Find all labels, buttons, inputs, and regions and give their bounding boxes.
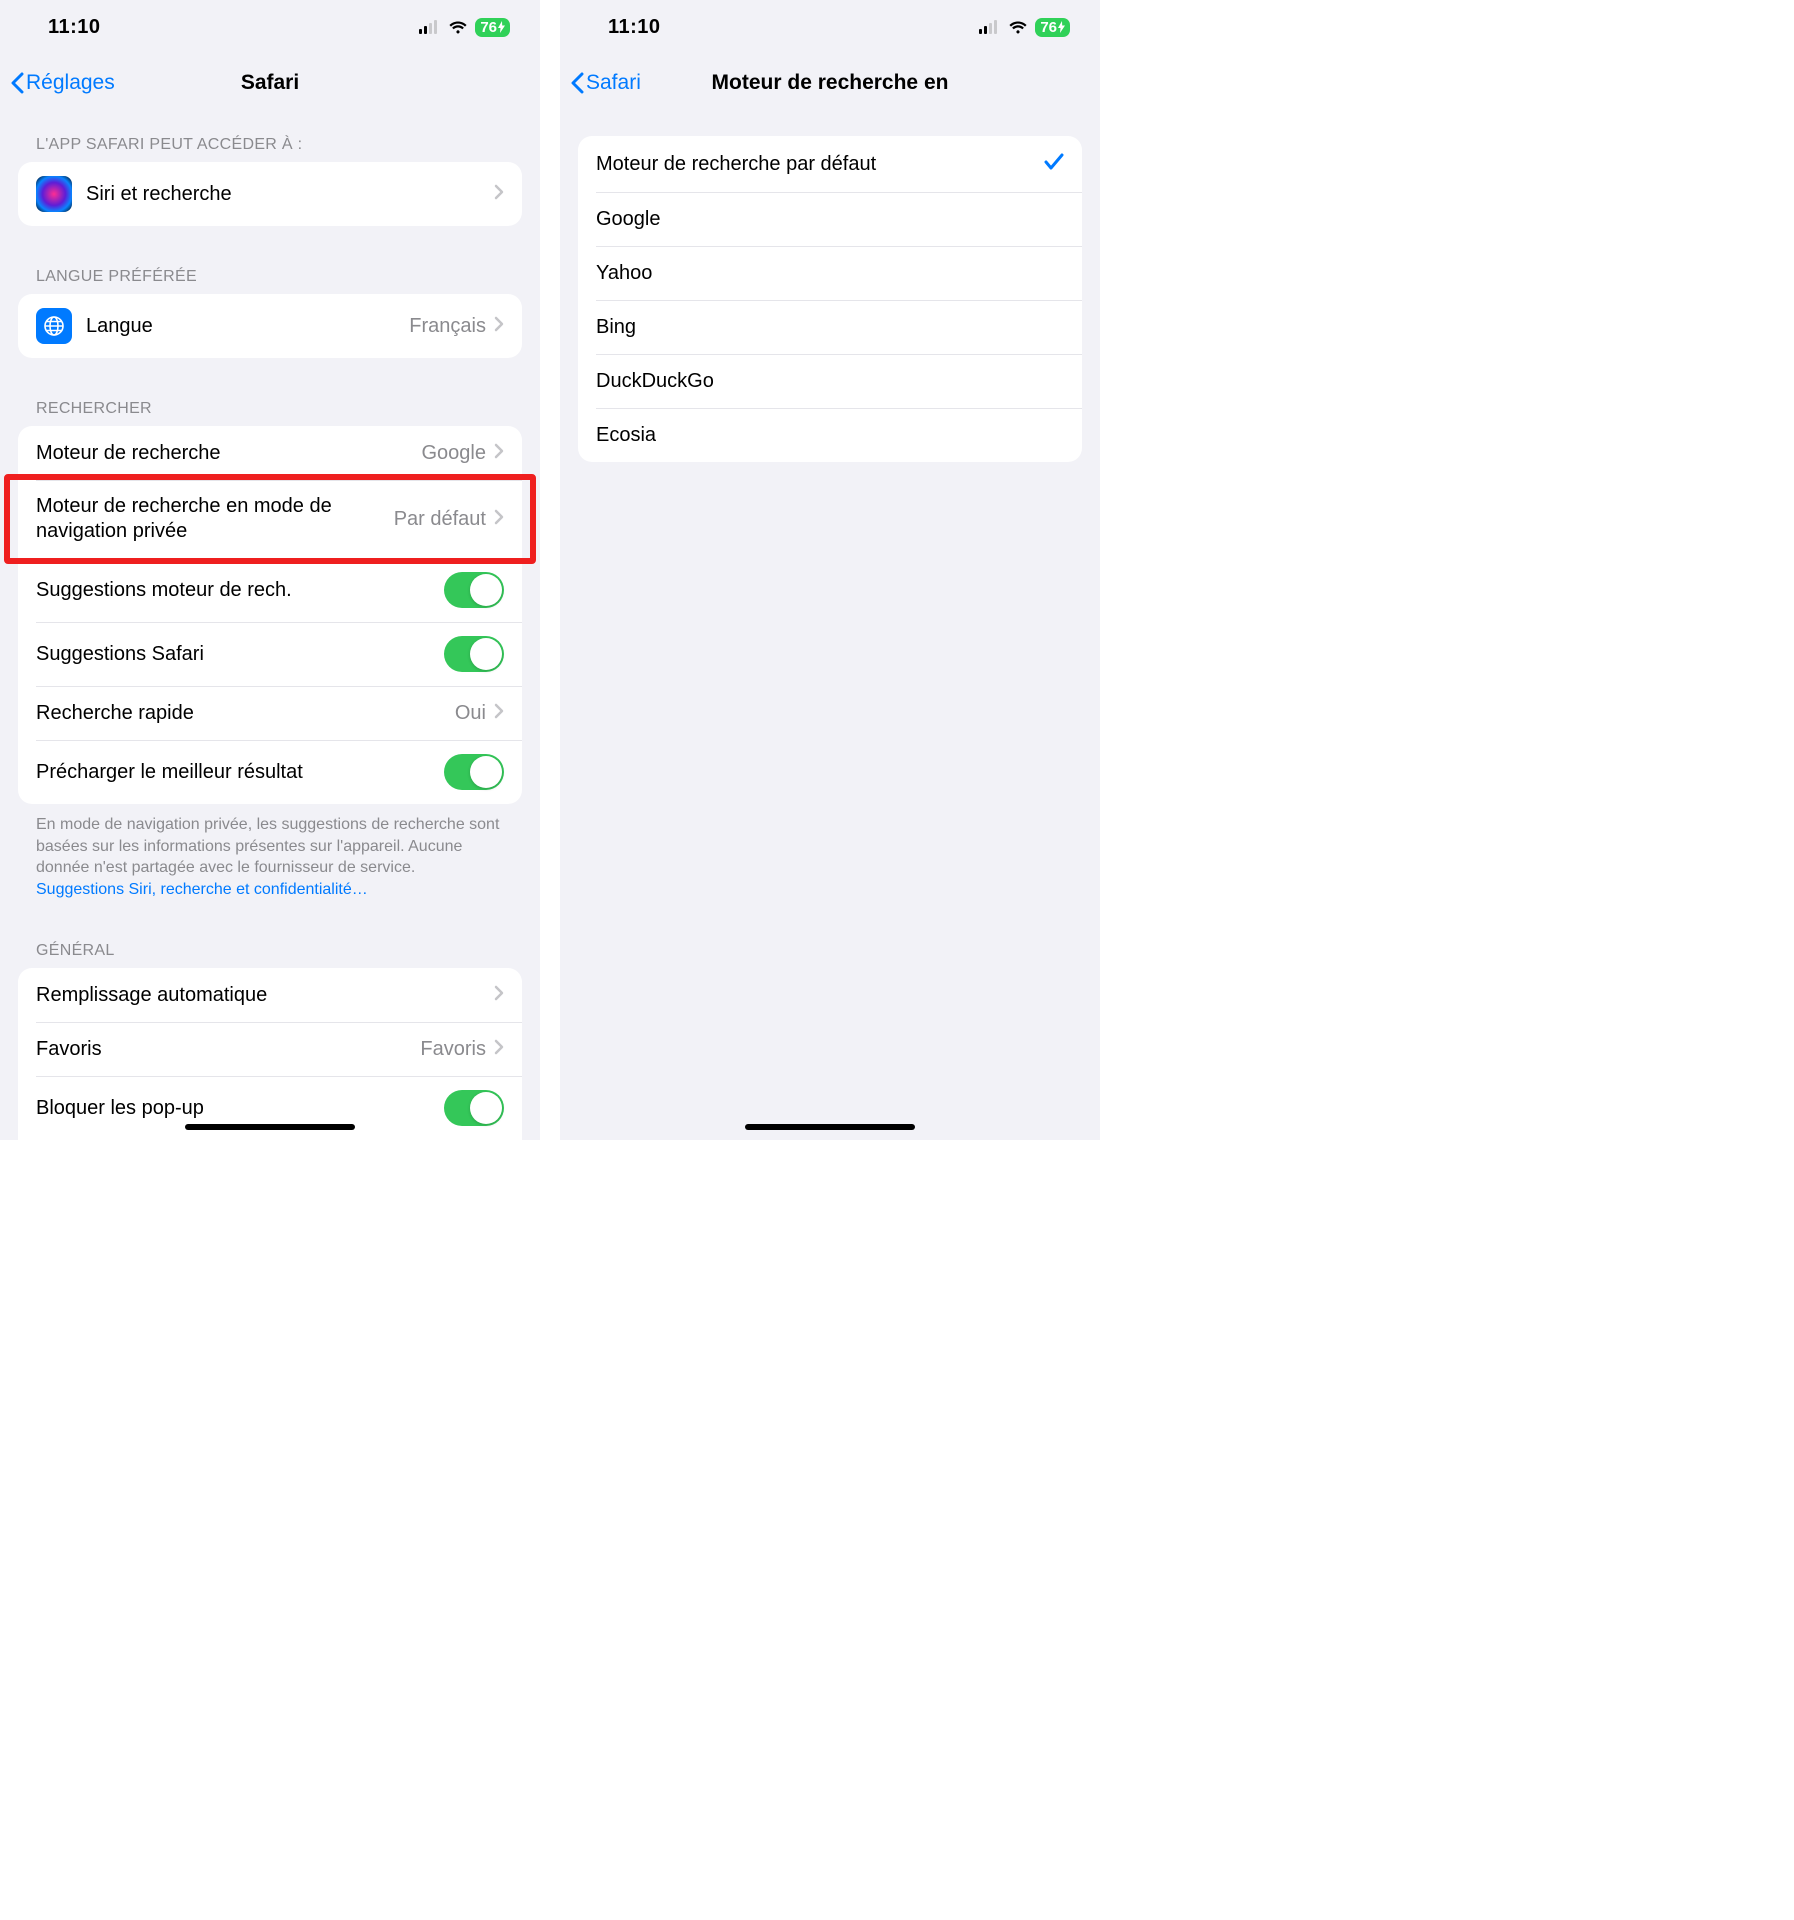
row-label: Siri et recherche: [86, 183, 494, 206]
chevron-right-icon: [494, 1038, 504, 1061]
battery-icon: 76: [475, 18, 510, 37]
row-label: Langue: [86, 315, 409, 338]
battery-level: 76: [480, 19, 497, 36]
battery-level: 76: [1040, 19, 1057, 36]
status-right: 76: [419, 18, 510, 37]
row-label: Recherche rapide: [36, 702, 455, 725]
row-engine-option[interactable]: Ecosia: [578, 408, 1082, 462]
footer-text: En mode de navigation privée, les sugges…: [36, 816, 499, 876]
back-label: Réglages: [26, 71, 115, 95]
row-block-popups[interactable]: Bloquer les pop-up: [18, 1076, 522, 1140]
row-engine-option[interactable]: Google: [578, 192, 1082, 246]
chevron-right-icon: [494, 315, 504, 338]
chevron-left-icon: [570, 72, 584, 94]
row-siri-search[interactable]: Siri et recherche: [18, 162, 522, 226]
back-button[interactable]: Réglages: [0, 71, 115, 95]
row-label: Suggestions moteur de rech.: [36, 579, 444, 602]
row-label: Bloquer les pop-up: [36, 1097, 444, 1120]
privacy-link[interactable]: Suggestions Siri, recherche et confident…: [36, 881, 368, 898]
row-label: Moteur de recherche: [36, 442, 422, 465]
checkmark-icon: [1044, 150, 1064, 178]
cellular-icon: [419, 20, 441, 34]
row-engine-option[interactable]: Bing: [578, 300, 1082, 354]
row-label: Moteur de recherche en mode de navigatio…: [36, 494, 394, 544]
row-label: Suggestions Safari: [36, 643, 444, 666]
status-time: 11:10: [608, 16, 661, 39]
section-search: RECHERCHER Moteur de recherche Google Mo…: [18, 382, 522, 900]
toggle-switch[interactable]: [444, 636, 504, 672]
battery-icon: 76: [1035, 18, 1070, 37]
row-preload-top-hit[interactable]: Précharger le meilleur résultat: [18, 740, 522, 804]
toggle-switch[interactable]: [444, 754, 504, 790]
section-header-search: RECHERCHER: [18, 382, 522, 426]
nav-title: Moteur de recherche en: [560, 71, 1100, 95]
settings-scroll-area[interactable]: Moteur de recherche par défaut Google Yaho…: [560, 112, 1100, 1140]
section-header-general: GÉNÉRAL: [18, 924, 522, 968]
status-bar: 11:10 76: [0, 0, 540, 54]
section-access: L'APP SAFARI PEUT ACCÉDER À : Siri et re…: [18, 118, 522, 226]
section-header-language: LANGUE PRÉFÉRÉE: [18, 250, 522, 294]
row-private-search-engine[interactable]: Moteur de recherche en mode de navigatio…: [18, 480, 522, 558]
chevron-right-icon: [494, 508, 504, 531]
row-engine-option[interactable]: Moteur de recherche par défaut: [578, 136, 1082, 192]
row-value: Oui: [455, 702, 486, 725]
option-label: Yahoo: [596, 262, 1064, 285]
phone-right: 11:10 76 Safari Moteur de recherche en M…: [560, 0, 1100, 1140]
siri-icon: [36, 176, 72, 212]
option-label: DuckDuckGo: [596, 370, 1064, 393]
globe-icon: [36, 308, 72, 344]
wifi-icon: [1008, 20, 1028, 34]
status-time: 11:10: [48, 16, 101, 39]
row-language[interactable]: Langue Français: [18, 294, 522, 358]
nav-bar: Réglages Safari: [0, 54, 540, 112]
chevron-right-icon: [494, 702, 504, 725]
status-bar: 11:10 76: [560, 0, 1100, 54]
back-button[interactable]: Safari: [560, 71, 641, 95]
row-value: Par défaut: [394, 508, 486, 531]
row-value: Google: [422, 442, 487, 465]
status-right: 76: [979, 18, 1070, 37]
section-language: LANGUE PRÉFÉRÉE Langue Français: [18, 250, 522, 358]
row-label: Favoris: [36, 1038, 420, 1061]
row-search-engine-suggestions[interactable]: Suggestions moteur de rech.: [18, 558, 522, 622]
settings-scroll-area[interactable]: L'APP SAFARI PEUT ACCÉDER À : Siri et re…: [0, 112, 540, 1140]
option-label: Bing: [596, 316, 1064, 339]
row-engine-option[interactable]: DuckDuckGo: [578, 354, 1082, 408]
row-value: Favoris: [420, 1038, 486, 1061]
toggle-switch[interactable]: [444, 572, 504, 608]
row-search-engine[interactable]: Moteur de recherche Google: [18, 426, 522, 480]
chevron-right-icon: [494, 442, 504, 465]
phone-left: 11:10 76 Réglages Safari L'APP SAFARI PE…: [0, 0, 540, 1140]
chevron-right-icon: [494, 183, 504, 206]
home-indicator[interactable]: [745, 1124, 915, 1130]
row-value: Français: [409, 315, 486, 338]
row-quick-search[interactable]: Recherche rapide Oui: [18, 686, 522, 740]
row-label: Remplissage automatique: [36, 984, 494, 1007]
row-engine-option[interactable]: Yahoo: [578, 246, 1082, 300]
wifi-icon: [448, 20, 468, 34]
row-favorites[interactable]: Favoris Favoris: [18, 1022, 522, 1076]
section-engine-options: Moteur de recherche par défaut Google Yaho…: [578, 136, 1082, 462]
row-safari-suggestions[interactable]: Suggestions Safari: [18, 622, 522, 686]
back-label: Safari: [586, 71, 641, 95]
home-indicator[interactable]: [185, 1124, 355, 1130]
nav-bar: Safari Moteur de recherche en: [560, 54, 1100, 112]
chevron-right-icon: [494, 984, 504, 1007]
row-autofill[interactable]: Remplissage automatique: [18, 968, 522, 1022]
row-label: Précharger le meilleur résultat: [36, 761, 444, 784]
option-label: Moteur de recherche par défaut: [596, 153, 1044, 176]
chevron-left-icon: [10, 72, 24, 94]
toggle-switch[interactable]: [444, 1090, 504, 1126]
cellular-icon: [979, 20, 1001, 34]
option-label: Google: [596, 208, 1064, 231]
section-general: GÉNÉRAL Remplissage automatique Favoris …: [18, 924, 522, 1140]
section-footer-search: En mode de navigation privée, les sugges…: [18, 804, 522, 900]
section-header-access: L'APP SAFARI PEUT ACCÉDER À :: [18, 118, 522, 162]
option-label: Ecosia: [596, 424, 1064, 447]
